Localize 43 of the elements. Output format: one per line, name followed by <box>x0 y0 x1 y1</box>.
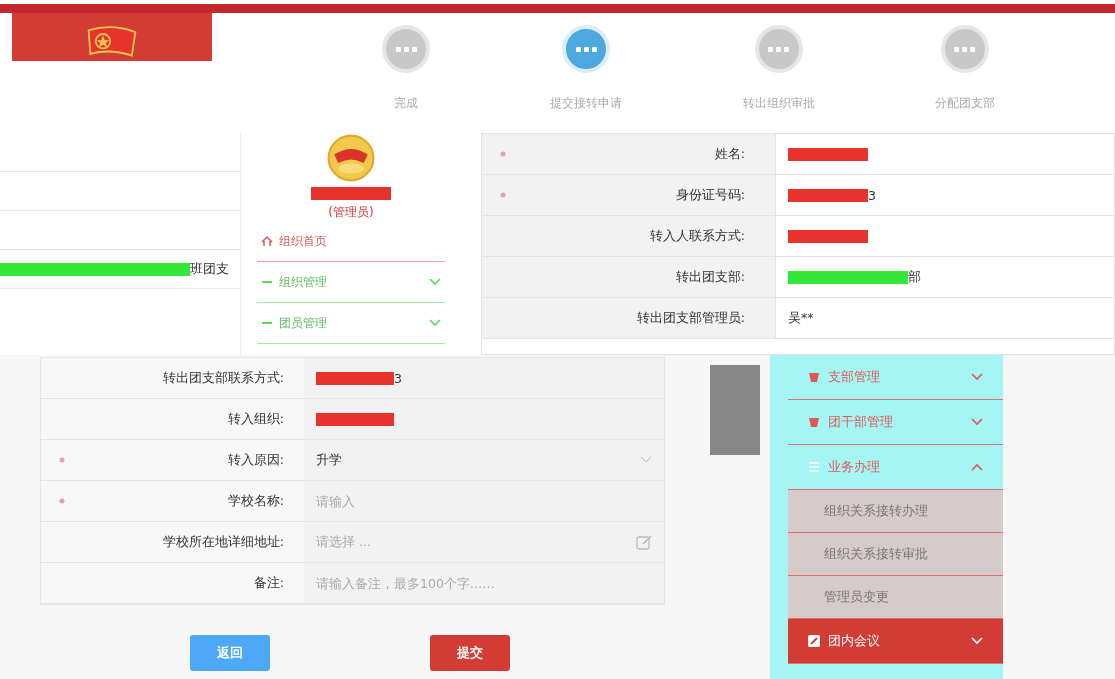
chevron-icon <box>429 319 441 327</box>
submenu-item[interactable]: 组织关系接转审批 <box>788 533 1003 576</box>
field-label: 学校名称: <box>227 492 284 510</box>
cup-icon <box>808 371 820 383</box>
field-label: 姓名: <box>714 145 745 163</box>
input-field[interactable]: 请输入 <box>304 481 664 521</box>
menu-icon <box>808 461 820 473</box>
field-value: 3 <box>868 187 876 203</box>
field-value: 3 <box>394 370 402 386</box>
cup-icon <box>808 416 820 428</box>
submit-button[interactable]: 提交 <box>430 635 510 671</box>
field-label: 身份证号码: <box>675 186 745 204</box>
field-label: 转出团支部: <box>675 268 745 286</box>
back-button[interactable]: 返回 <box>190 635 270 671</box>
home-icon <box>261 235 273 247</box>
user-role: (管理员) <box>328 204 374 221</box>
field-label: 转入组织: <box>227 410 284 428</box>
submenu-item[interactable]: 组织关系接转办理 <box>788 490 1003 533</box>
chevron-icon <box>429 278 441 286</box>
field-label: 备注: <box>253 574 284 592</box>
field-label: 转出团支部管理员: <box>636 309 745 327</box>
field-value: 吴** <box>788 309 814 327</box>
field-value: 部 <box>908 268 921 286</box>
menu-item[interactable]: 组织首页 <box>257 221 445 262</box>
step-label: 提交接转申请 <box>550 95 623 112</box>
step-label: 完成 <box>394 95 419 112</box>
field-label: 学校所在地详细地址: <box>162 533 284 551</box>
menu-item[interactable]: 组织管理 <box>257 262 445 303</box>
chevron-icon <box>640 456 652 464</box>
edit-icon <box>808 635 820 647</box>
menu-item[interactable]: 支部管理 <box>788 355 1003 400</box>
step-label: 分配团支部 <box>934 95 995 112</box>
table-cell: 班团支 <box>190 260 229 278</box>
submenu-item[interactable]: 管理员变更 <box>788 576 1003 619</box>
menu-item[interactable]: 团员管理 <box>257 303 445 344</box>
step-label: 转出组织审批 <box>742 95 815 112</box>
field-label: 转出团支部联系方式: <box>162 369 284 387</box>
menu-item[interactable]: 团内会议 <box>788 619 1003 664</box>
edit-icon <box>636 534 652 550</box>
field-label: 转入人联系方式: <box>649 227 745 245</box>
menu-item[interactable]: 团干部管理 <box>788 400 1003 445</box>
field-label: 转入原因: <box>227 451 284 469</box>
input-field[interactable]: 请输入备注，最多100个字…… <box>304 563 664 603</box>
